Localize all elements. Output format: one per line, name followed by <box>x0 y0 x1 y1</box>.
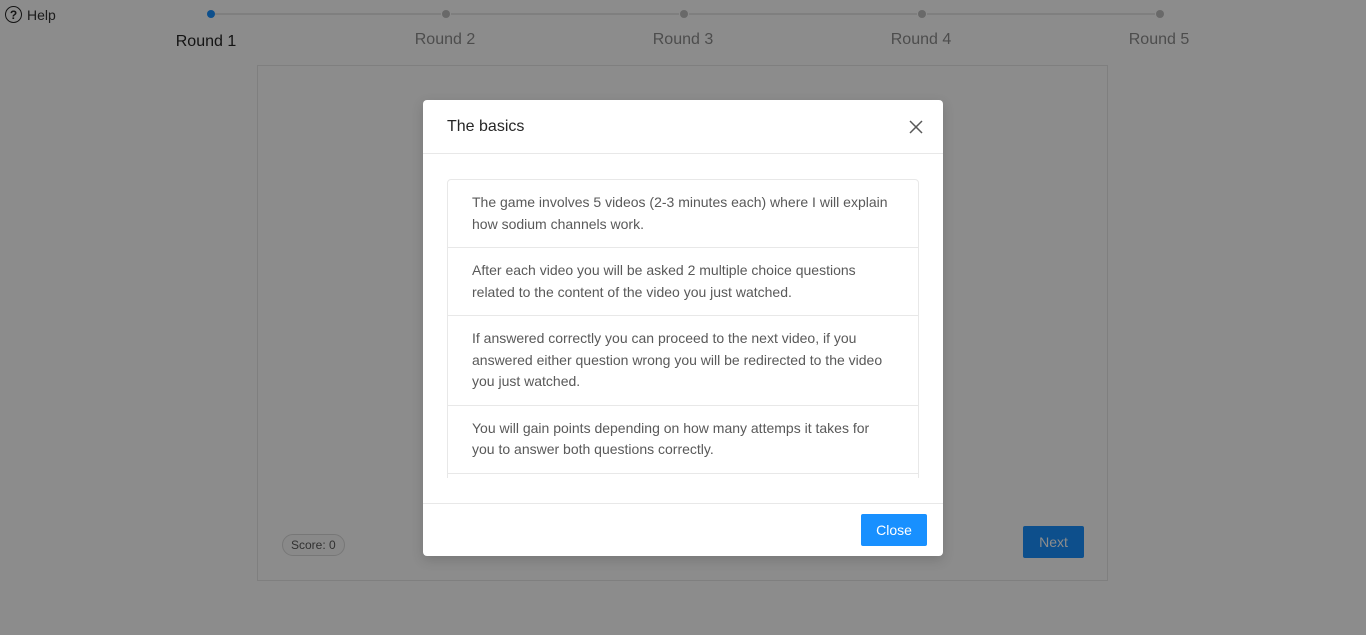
list-item: The game involves 5 videos (2-3 minutes … <box>448 180 918 248</box>
list-item: If answered correctly you can proceed to… <box>448 316 918 406</box>
modal-title: The basics <box>447 118 525 135</box>
list-item <box>448 474 918 479</box>
modal-body[interactable]: The game involves 5 videos (2-3 minutes … <box>423 155 943 478</box>
list-item: You will gain points depending on how ma… <box>448 406 918 474</box>
basics-modal: The basics The game involves 5 videos (2… <box>423 100 943 556</box>
rules-list: The game involves 5 videos (2-3 minutes … <box>447 179 919 478</box>
modal-header: The basics <box>423 100 943 154</box>
list-item: After each video you will be asked 2 mul… <box>448 248 918 316</box>
close-button[interactable]: Close <box>861 514 927 546</box>
modal-footer: Close <box>423 503 943 556</box>
close-icon[interactable] <box>905 116 927 138</box>
page: ? Help Round 1 Round 2 Round 3 Round 4 R… <box>0 0 1366 635</box>
